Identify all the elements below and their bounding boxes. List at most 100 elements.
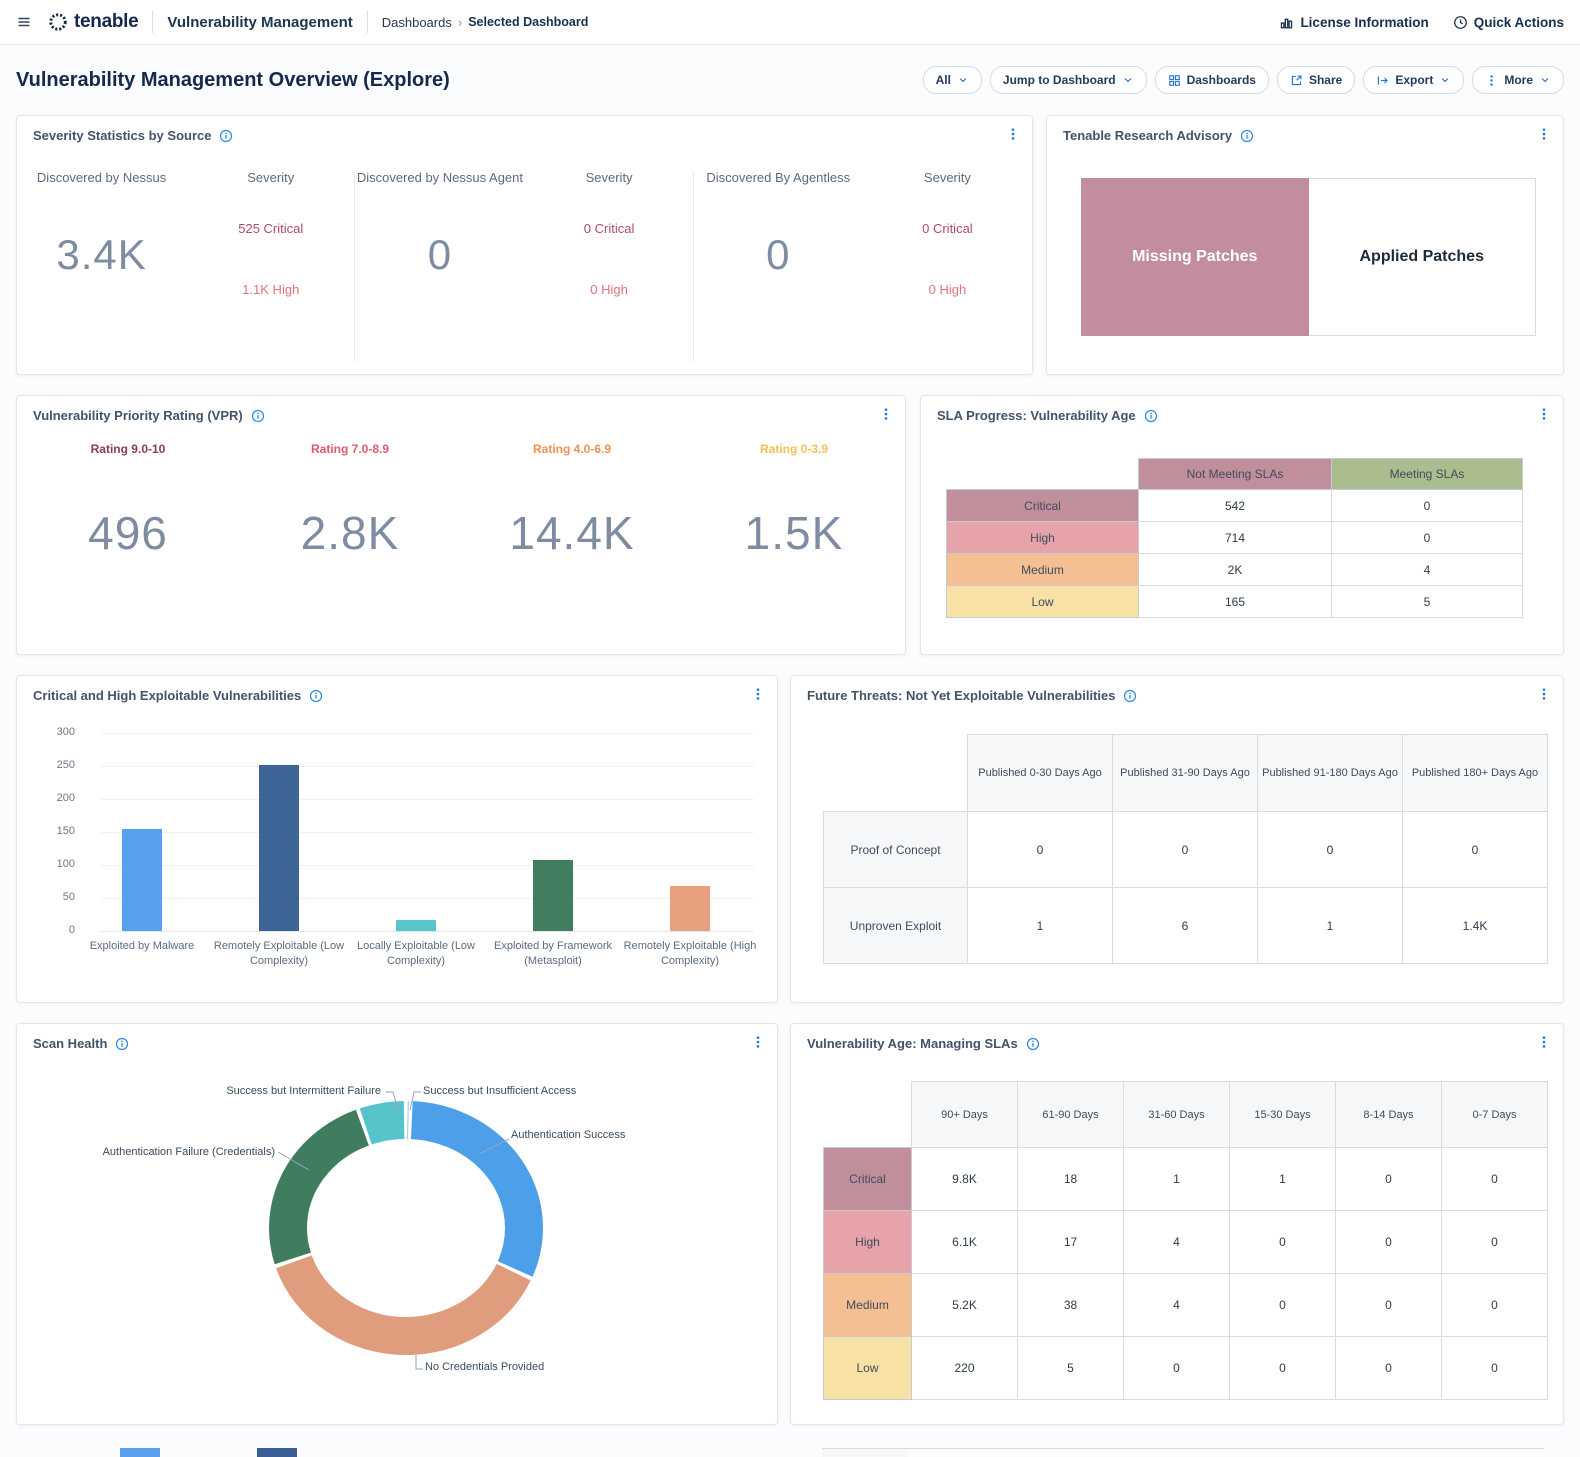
table-cell[interactable]: 4 bbox=[1124, 1274, 1230, 1337]
kebab-menu-icon[interactable] bbox=[879, 407, 893, 421]
table-cell[interactable]: 0 bbox=[1442, 1211, 1548, 1274]
high-count[interactable]: 1.1K High bbox=[242, 282, 299, 297]
table-cell[interactable]: 0 bbox=[1332, 522, 1523, 554]
critical-count[interactable]: 0 Critical bbox=[584, 221, 635, 236]
info-icon[interactable] bbox=[219, 129, 233, 143]
table-cell[interactable]: 0 bbox=[1336, 1274, 1442, 1337]
kebab-menu-icon[interactable] bbox=[1537, 127, 1551, 141]
toolbar-button-dashboards[interactable]: Dashboards bbox=[1155, 66, 1269, 94]
high-count[interactable]: 0 High bbox=[929, 282, 967, 297]
bar-3[interactable] bbox=[533, 860, 573, 931]
table-cell[interactable]: 0 bbox=[1442, 1274, 1548, 1337]
kebab-menu-icon[interactable] bbox=[1537, 687, 1551, 701]
vpr-rating-value[interactable]: 1.5K bbox=[683, 506, 905, 560]
kebab-menu-icon[interactable] bbox=[1537, 407, 1551, 421]
table-cell[interactable]: 2K bbox=[1139, 554, 1332, 586]
gridline bbox=[101, 865, 754, 866]
high-count[interactable]: 0 High bbox=[590, 282, 628, 297]
critical-count[interactable]: 525 Critical bbox=[238, 221, 303, 236]
toolbar-button-share[interactable]: Share bbox=[1277, 66, 1355, 94]
kebab-menu-icon[interactable] bbox=[1537, 1035, 1551, 1049]
vpr-rating-value[interactable]: 14.4K bbox=[461, 506, 683, 560]
table-cell[interactable]: 1.4K bbox=[1403, 888, 1548, 964]
table-cell[interactable]: 542 bbox=[1139, 490, 1332, 522]
quick-actions-link[interactable]: Quick Actions bbox=[1453, 15, 1564, 30]
breadcrumb-dashboards[interactable]: Dashboards bbox=[382, 15, 452, 30]
table-cell[interactable]: 9.8K bbox=[912, 1148, 1018, 1211]
row-header: Critical bbox=[947, 490, 1139, 522]
bar-2[interactable] bbox=[396, 920, 436, 931]
kebab-menu-icon[interactable] bbox=[751, 1035, 765, 1049]
table-cell[interactable]: 6 bbox=[1113, 888, 1258, 964]
x-axis-category: Remotely Exploitable (High Complexity) bbox=[620, 939, 760, 969]
table-cell[interactable]: 5 bbox=[1018, 1337, 1124, 1400]
info-icon[interactable] bbox=[1240, 129, 1254, 143]
bar-4[interactable] bbox=[670, 886, 710, 931]
info-icon[interactable] bbox=[1026, 1037, 1040, 1051]
missing-patches-block[interactable]: Missing Patches bbox=[1081, 178, 1309, 336]
panel-exploitable-vulnerabilities: Critical and High Exploitable Vulnerabil… bbox=[16, 675, 778, 1003]
table-cell[interactable]: 0 bbox=[1124, 1337, 1230, 1400]
table-cell[interactable]: 0 bbox=[968, 812, 1113, 888]
column-header: Meeting SLAs bbox=[1332, 459, 1523, 490]
table-cell[interactable]: 38 bbox=[1018, 1274, 1124, 1337]
table-cell[interactable]: 4 bbox=[1124, 1211, 1230, 1274]
table-cell[interactable]: 4 bbox=[1332, 554, 1523, 586]
severity-label: Severity bbox=[586, 170, 633, 185]
applied-patches-block[interactable]: Applied Patches bbox=[1309, 178, 1537, 336]
license-information-link[interactable]: License Information bbox=[1279, 15, 1428, 30]
kebab-menu-icon[interactable] bbox=[751, 687, 765, 701]
critical-count[interactable]: 0 Critical bbox=[922, 221, 973, 236]
kebab-menu-icon[interactable] bbox=[1006, 127, 1020, 141]
table-cell[interactable]: 18 bbox=[1018, 1148, 1124, 1211]
table-cell[interactable]: 0 bbox=[1403, 812, 1548, 888]
table-cell[interactable]: 714 bbox=[1139, 522, 1332, 554]
bar-1[interactable] bbox=[259, 765, 299, 931]
toolbar-button-more[interactable]: More bbox=[1472, 66, 1564, 94]
hamburger-menu-icon[interactable] bbox=[16, 14, 32, 30]
toolbar-button-all[interactable]: All bbox=[923, 66, 982, 94]
table-cell[interactable]: 165 bbox=[1139, 586, 1332, 618]
info-icon[interactable] bbox=[309, 689, 323, 703]
info-icon[interactable] bbox=[1123, 689, 1137, 703]
bar-0[interactable] bbox=[122, 829, 162, 931]
table-cell[interactable]: 1 bbox=[968, 888, 1113, 964]
table-cell[interactable]: 17 bbox=[1018, 1211, 1124, 1274]
gridline bbox=[101, 733, 754, 734]
toolbar-button-jump-to-dashboard[interactable]: Jump to Dashboard bbox=[990, 66, 1147, 94]
table-cell[interactable]: 220 bbox=[912, 1337, 1018, 1400]
panel-title: Vulnerability Priority Rating (VPR) bbox=[33, 408, 243, 423]
source-label: Discovered by Nessus bbox=[37, 170, 166, 185]
table-cell[interactable]: 0 bbox=[1113, 812, 1258, 888]
tenable-logo[interactable]: tenable bbox=[48, 11, 138, 33]
table-cell[interactable]: 0 bbox=[1230, 1211, 1336, 1274]
table-cell[interactable]: 5.2K bbox=[912, 1274, 1018, 1337]
table-cell[interactable]: 0 bbox=[1442, 1148, 1548, 1211]
dashboard-toolbar: All Jump to Dashboard Dashboards Share Expor… bbox=[923, 66, 1564, 94]
table-cell[interactable]: 0 bbox=[1336, 1211, 1442, 1274]
table-cell[interactable]: 1 bbox=[1258, 888, 1403, 964]
table-cell[interactable]: 0 bbox=[1230, 1337, 1336, 1400]
panel-title: SLA Progress: Vulnerability Age bbox=[937, 408, 1136, 423]
breadcrumb-separator: › bbox=[458, 15, 462, 30]
info-icon[interactable] bbox=[115, 1037, 129, 1051]
table-cell[interactable]: 1 bbox=[1230, 1148, 1336, 1211]
table-cell[interactable]: 0 bbox=[1336, 1337, 1442, 1400]
y-axis-tick: 200 bbox=[41, 792, 75, 804]
info-icon[interactable] bbox=[1144, 409, 1158, 423]
donut-label: Success but Insufficient Access bbox=[423, 1085, 576, 1097]
table-cell[interactable]: 1 bbox=[1124, 1148, 1230, 1211]
table-cell[interactable]: 0 bbox=[1336, 1148, 1442, 1211]
toolbar-button-export[interactable]: Export bbox=[1363, 66, 1464, 94]
table-cell[interactable]: 0 bbox=[1442, 1337, 1548, 1400]
severity-label: Severity bbox=[247, 170, 294, 185]
vpr-rating-value[interactable]: 2.8K bbox=[239, 506, 461, 560]
table-cell[interactable]: 0 bbox=[1258, 812, 1403, 888]
table-cell[interactable]: 0 bbox=[1332, 490, 1523, 522]
table-cell[interactable]: 0 bbox=[1230, 1274, 1336, 1337]
vpr-rating-value[interactable]: 496 bbox=[17, 506, 239, 560]
table-cell[interactable]: 5 bbox=[1332, 586, 1523, 618]
info-icon[interactable] bbox=[251, 409, 265, 423]
cutoff-table-cell bbox=[822, 1449, 908, 1457]
table-cell[interactable]: 6.1K bbox=[912, 1211, 1018, 1274]
